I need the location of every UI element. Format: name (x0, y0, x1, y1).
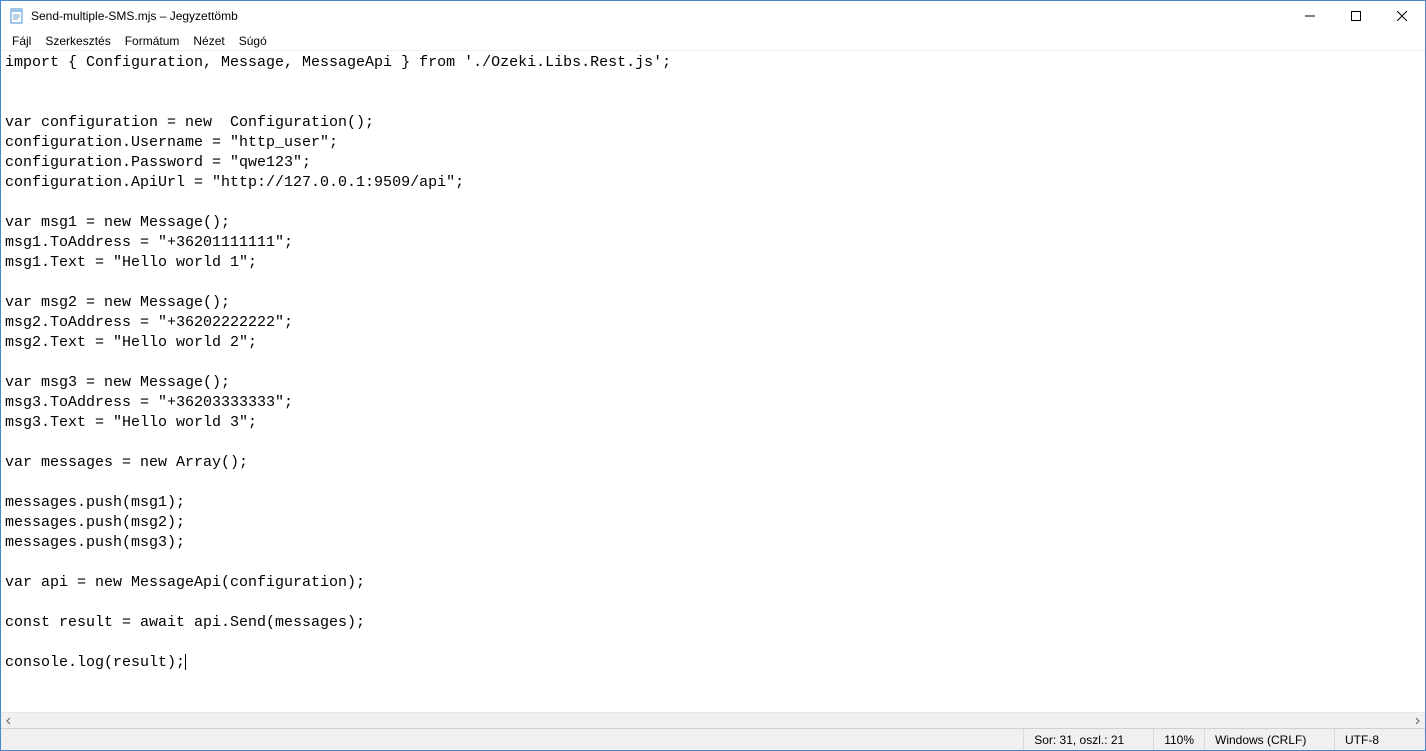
status-encoding: UTF-8 (1335, 729, 1425, 750)
menu-view[interactable]: Nézet (186, 34, 231, 48)
menu-help[interactable]: Súgó (232, 34, 274, 48)
notepad-window: Send-multiple-SMS.mjs – Jegyzettömb Fájl… (0, 0, 1426, 751)
minimize-button[interactable] (1287, 1, 1333, 31)
window-title: Send-multiple-SMS.mjs – Jegyzettömb (31, 9, 1287, 23)
menubar: Fájl Szerkesztés Formátum Nézet Súgó (1, 31, 1425, 51)
status-zoom: 110% (1154, 729, 1205, 750)
status-line-ending: Windows (CRLF) (1205, 729, 1335, 750)
menu-format[interactable]: Formátum (118, 34, 187, 48)
window-controls (1287, 1, 1425, 31)
statusbar: Sor: 31, oszl.: 21 110% Windows (CRLF) U… (1, 728, 1425, 750)
horizontal-scrollbar[interactable] (1, 712, 1425, 728)
status-spacer (1, 729, 1024, 750)
status-cursor-position: Sor: 31, oszl.: 21 (1024, 729, 1154, 750)
scroll-track[interactable] (17, 713, 1409, 729)
menu-edit[interactable]: Szerkesztés (38, 34, 117, 48)
notepad-icon (9, 8, 25, 24)
text-editor[interactable]: import { Configuration, Message, Message… (1, 51, 1425, 712)
scroll-right-icon[interactable] (1409, 713, 1425, 729)
titlebar[interactable]: Send-multiple-SMS.mjs – Jegyzettömb (1, 1, 1425, 31)
close-button[interactable] (1379, 1, 1425, 31)
editor-area: import { Configuration, Message, Message… (1, 51, 1425, 728)
scroll-left-icon[interactable] (1, 713, 17, 729)
menu-file[interactable]: Fájl (5, 34, 38, 48)
maximize-button[interactable] (1333, 1, 1379, 31)
